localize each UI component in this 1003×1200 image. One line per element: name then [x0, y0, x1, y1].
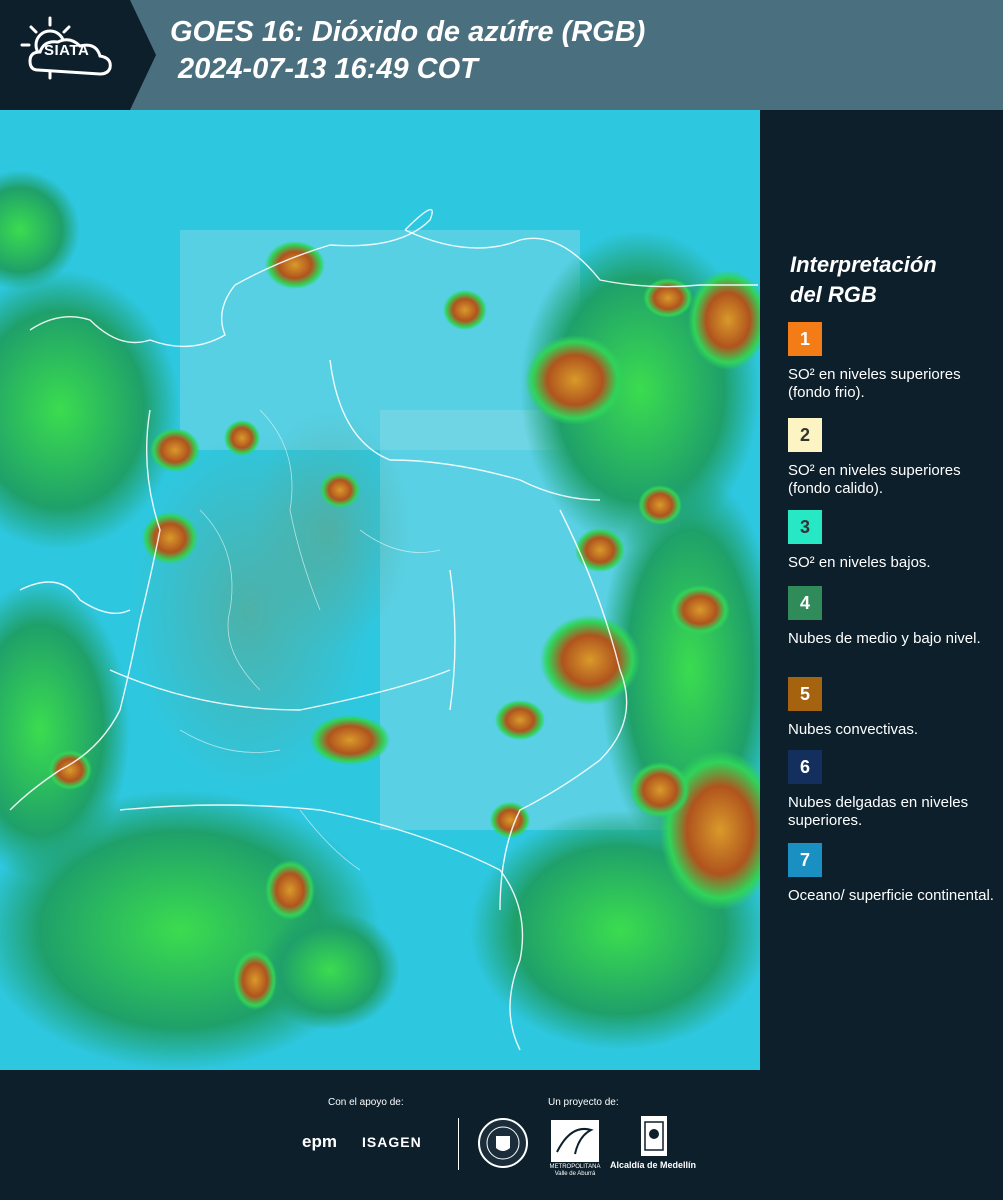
so2-rgb-image — [0, 110, 760, 1070]
project-label: Un proyecto de: — [548, 1097, 619, 1108]
legend-label: Nubes convectivas. — [788, 721, 919, 738]
legend-swatch: 1 — [788, 322, 822, 356]
legend-item: 2 SO² en niveles superiores (fondo calid… — [788, 418, 998, 506]
legend-title: Interpretación del RGB — [790, 250, 990, 310]
legend-swatch: 4 — [788, 586, 822, 620]
alcaldia-shield-icon — [641, 1116, 667, 1156]
amva-label: METROPOLITANA Valle de Aburrá — [549, 1164, 601, 1177]
legend-item: 3 SO² en niveles bajos. — [788, 510, 998, 572]
legend-label: SO² en niveles bajos. — [788, 554, 931, 571]
alcaldia-label: Alcaldía de Medellín — [610, 1160, 697, 1170]
legend-panel: Interpretación del RGB 1 SO² en niveles … — [760, 110, 1003, 1070]
footer-divider — [458, 1118, 459, 1170]
legend-item: 4 Nubes de medio y bajo nivel. — [788, 586, 998, 648]
isagen-logo: ISAGEN — [362, 1134, 422, 1150]
legend-label: Oceano/ superficie continental. — [788, 887, 994, 904]
legend-swatch: 5 — [788, 677, 822, 711]
legend-label: SO² en niveles superiores (fondo frio). — [788, 366, 961, 401]
legend-swatch: 2 — [788, 418, 822, 452]
legend-swatch: 6 — [788, 750, 822, 784]
legend-item: 1 SO² en niveles superiores (fondo frio)… — [788, 322, 998, 402]
legend-item: 7 Oceano/ superficie continental. — [788, 843, 998, 905]
siata-logo: SIATA — [0, 0, 130, 110]
legend-swatch: 3 — [788, 510, 822, 544]
timestamp: 2024-07-13 16:49 COT — [178, 53, 478, 85]
legend-label: Nubes de medio y bajo nivel. — [788, 630, 981, 647]
legend-label: SO² en niveles superiores (fondo calido)… — [788, 462, 961, 497]
medellin-seal-icon — [478, 1118, 528, 1168]
header: SIATA GOES 16: Dióxido de azúfre (RGB) 2… — [0, 0, 1003, 110]
amva-logo — [551, 1120, 599, 1162]
legend-item: 5 Nubes convectivas. — [788, 677, 998, 739]
legend-title-line1: Interpretación — [790, 252, 937, 277]
epm-logo: epm — [302, 1132, 337, 1151]
legend-item: 6 Nubes delgadas en niveles superiores. — [788, 750, 998, 830]
page-title: GOES 16: Dióxido de azúfre (RGB) — [170, 16, 646, 48]
logo-arrow — [130, 0, 156, 110]
satellite-map — [0, 110, 760, 1070]
legend-swatch: 7 — [788, 843, 822, 877]
legend-title-line2: del RGB — [790, 282, 877, 307]
footer: Con el apoyo de: Un proyecto de: epm ISA… — [0, 1070, 1003, 1200]
legend-label: Nubes delgadas en niveles superiores. — [788, 794, 969, 829]
support-label: Con el apoyo de: — [328, 1097, 404, 1108]
logo-text: SIATA — [44, 42, 90, 59]
